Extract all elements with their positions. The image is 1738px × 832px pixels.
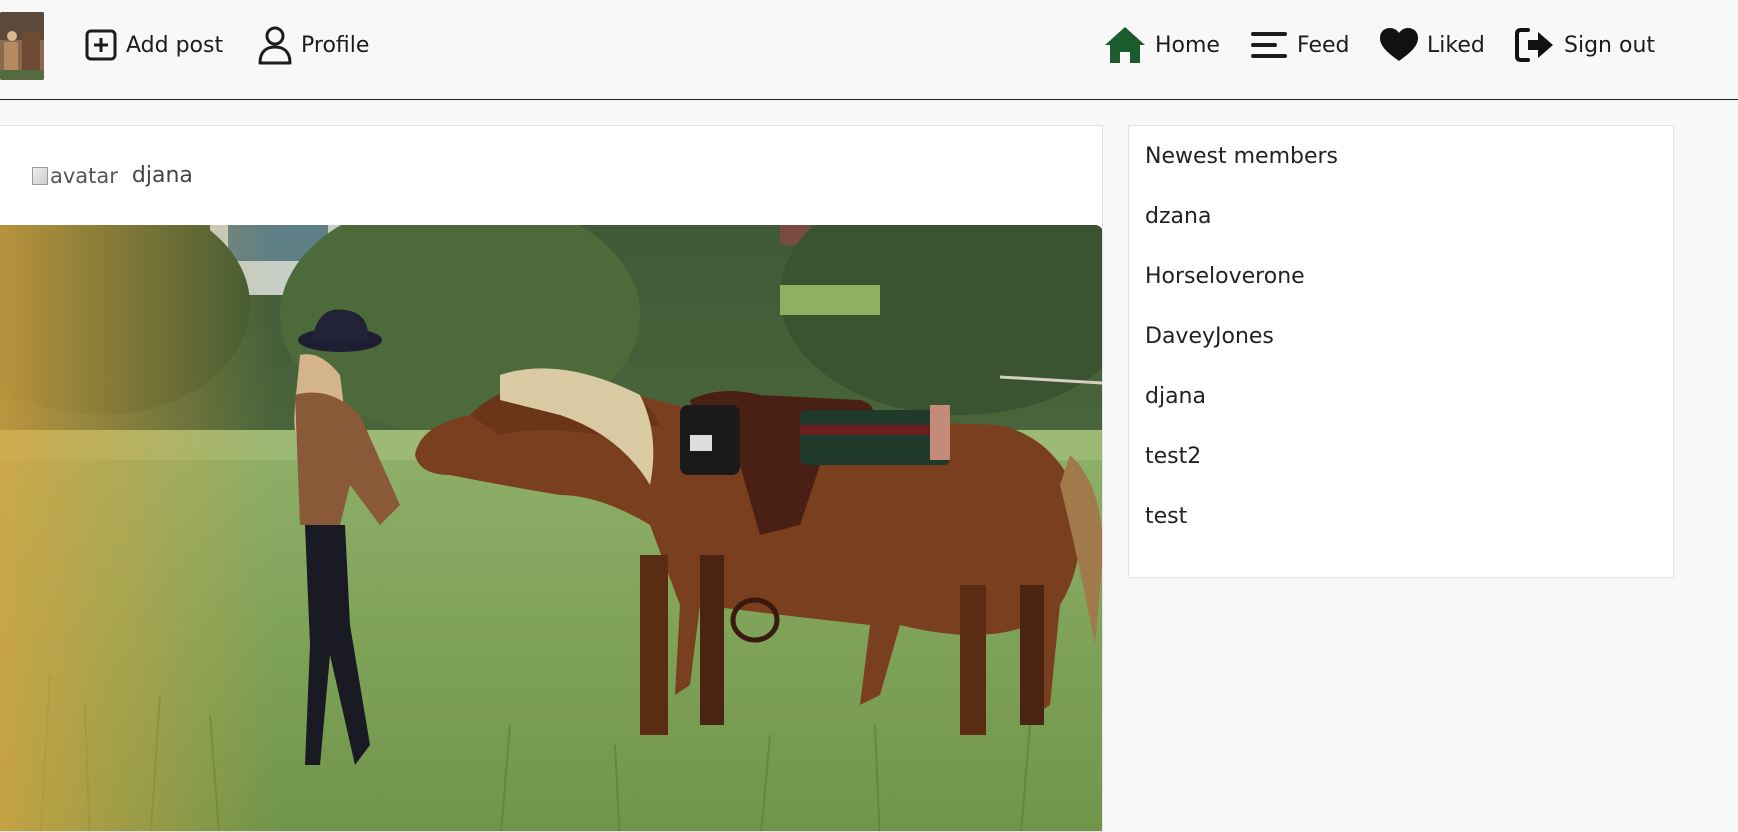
avatar-alt-text: avatar: [50, 163, 118, 188]
avatar[interactable]: avatar: [32, 164, 118, 188]
user-icon: [257, 25, 293, 65]
post-card: avatar djana: [0, 125, 1103, 832]
heart-icon: [1379, 27, 1419, 63]
newest-members-panel: Newest members dzana Horseloverone Davey…: [1128, 125, 1674, 578]
post-header: avatar djana: [0, 126, 1102, 225]
top-navbar: Add post Profile Home Feed Liked Sign ou…: [0, 0, 1738, 100]
sign-out-link[interactable]: Sign out: [1514, 24, 1655, 66]
member-link[interactable]: DaveyJones: [1145, 322, 1657, 352]
logo[interactable]: [0, 12, 44, 80]
member-link[interactable]: djana: [1145, 382, 1657, 412]
feed-link[interactable]: Feed: [1249, 24, 1350, 66]
feed-label: Feed: [1297, 32, 1350, 58]
liked-link[interactable]: Liked: [1379, 24, 1485, 66]
home-link[interactable]: Home: [1103, 24, 1220, 66]
member-link[interactable]: Horseloverone: [1145, 262, 1657, 292]
bars-icon: [1249, 27, 1289, 63]
logo-image: [0, 12, 44, 80]
profile-link[interactable]: Profile: [257, 24, 369, 66]
home-label: Home: [1155, 32, 1220, 58]
plus-square-icon: [84, 28, 118, 62]
sidebar-title: Newest members: [1145, 144, 1339, 169]
member-link[interactable]: test: [1145, 502, 1657, 532]
post-author[interactable]: djana: [132, 163, 193, 188]
add-post-label: Add post: [126, 32, 224, 58]
post-image[interactable]: [0, 225, 1102, 831]
profile-label: Profile: [301, 32, 370, 58]
home-icon: [1103, 25, 1147, 65]
member-link[interactable]: dzana: [1145, 202, 1657, 232]
broken-image-icon: [32, 166, 48, 185]
post-photo: [0, 225, 1102, 831]
add-post-link[interactable]: Add post: [84, 24, 223, 66]
member-link[interactable]: test2: [1145, 442, 1657, 472]
liked-label: Liked: [1427, 32, 1485, 58]
sign-out-label: Sign out: [1564, 32, 1656, 58]
sign-out-icon: [1514, 26, 1556, 64]
